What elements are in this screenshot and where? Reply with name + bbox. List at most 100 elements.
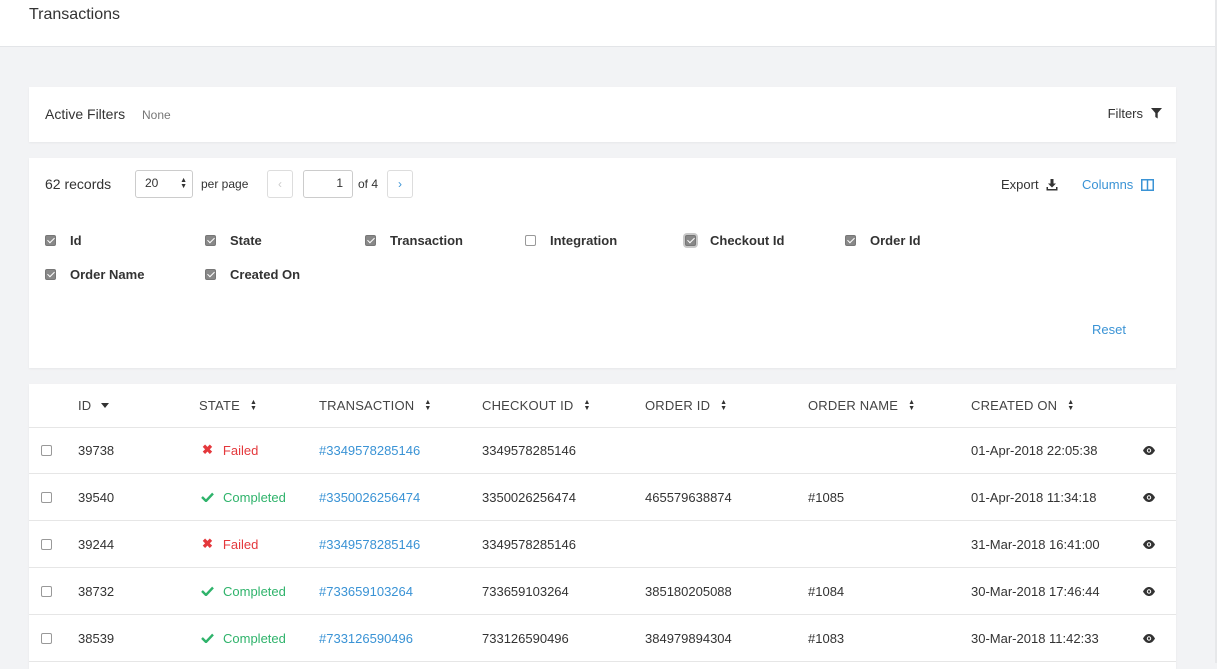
transaction-link[interactable]: #733126590496	[319, 631, 413, 646]
table-row[interactable]: 39244 ✖ Failed #3349578285146 3349578285…	[29, 521, 1176, 568]
cell-checkout-id: 3349578285146	[482, 536, 576, 552]
column-checkbox[interactable]	[45, 269, 56, 280]
view-button[interactable]	[1143, 474, 1155, 520]
column-checkbox[interactable]	[685, 235, 696, 246]
column-option-transaction[interactable]: Transaction	[365, 233, 463, 248]
column-checkbox[interactable]	[365, 235, 376, 246]
column-header-checkout-id[interactable]: CHECKOUT ID ▲ ▼	[482, 384, 591, 427]
sort-icon: ▲ ▼	[1067, 398, 1075, 412]
state-label: Completed	[223, 630, 286, 646]
cell-id: 39540	[78, 489, 115, 505]
table-row[interactable]: 39540 Completed #3350026256474 335002625…	[29, 474, 1176, 521]
column-header-order-id[interactable]: ORDER ID ▲ ▼	[645, 384, 727, 427]
column-checkbox[interactable]	[45, 235, 56, 246]
columns-button[interactable]: Columns	[1082, 177, 1155, 192]
column-option-created-on[interactable]: Created On	[205, 267, 300, 282]
column-checkbox[interactable]	[845, 235, 856, 246]
cell-checkout-id: 733659103264	[482, 583, 569, 599]
transaction-link[interactable]: #733659103264	[319, 584, 413, 599]
eye-icon	[1143, 586, 1155, 596]
view-button[interactable]	[1143, 615, 1155, 661]
check-icon	[201, 492, 214, 502]
column-header-label: CHECKOUT ID	[482, 398, 574, 413]
reset-columns-button[interactable]: Reset	[1092, 322, 1126, 337]
row-checkbox[interactable]	[41, 538, 52, 550]
row-select-cell	[41, 615, 52, 661]
eye-icon	[1143, 633, 1155, 643]
columns-icon	[1141, 178, 1155, 191]
column-option-id[interactable]: Id	[45, 233, 82, 248]
column-option-label: Transaction	[390, 233, 463, 248]
transaction-link[interactable]: #3349578285146	[319, 443, 420, 458]
cell-state: ✖ Failed	[202, 521, 258, 567]
transaction-link[interactable]: #3350026256474	[319, 490, 420, 505]
check-icon	[201, 586, 214, 596]
check-icon	[201, 633, 214, 643]
sort-icon: ▲ ▼	[720, 398, 728, 412]
sort-desc-icon	[101, 403, 110, 408]
row-checkbox[interactable]	[41, 632, 52, 644]
cell-transaction: #3350026256474	[319, 474, 420, 520]
export-button[interactable]: Export	[1001, 177, 1058, 192]
cell-order-id: 384979894304	[645, 630, 732, 646]
columns-button-label: Columns	[1082, 177, 1134, 192]
cell-order-id: 465579638874	[645, 489, 732, 505]
records-count: 62 records	[45, 176, 112, 192]
column-header-created-on[interactable]: CREATED ON ▲ ▼	[971, 384, 1074, 427]
state-label: Completed	[223, 489, 286, 505]
row-checkbox[interactable]	[41, 491, 52, 503]
page-title: Transactions	[29, 6, 120, 23]
prev-page-button[interactable]: ‹	[267, 170, 293, 198]
active-filters-label: Active Filters	[45, 106, 126, 122]
column-header-id[interactable]: ID	[78, 384, 110, 427]
next-page-button[interactable]: ›	[387, 170, 413, 198]
per-page-value: 20	[145, 176, 159, 190]
cell-id: 39738	[78, 442, 115, 458]
state-label: Completed	[223, 583, 286, 599]
cell-state: Completed	[201, 568, 286, 614]
cell-created-on: 01-Apr-2018 22:05:38	[971, 442, 1098, 458]
page-number-input[interactable]: 1	[303, 170, 353, 198]
column-option-checkout-id[interactable]: Checkout Id	[685, 233, 784, 248]
column-option-label: Id	[70, 233, 82, 248]
column-checkbox[interactable]	[205, 269, 216, 280]
export-button-label: Export	[1001, 177, 1039, 192]
view-button[interactable]	[1143, 521, 1155, 567]
column-option-label: State	[230, 233, 262, 248]
x-icon: ✖	[202, 536, 213, 551]
filter-icon	[1151, 108, 1162, 119]
filters-button[interactable]: Filters	[1108, 106, 1162, 121]
row-checkbox[interactable]	[41, 444, 52, 456]
column-option-label: Checkout Id	[710, 233, 785, 248]
column-checkbox[interactable]	[525, 235, 536, 246]
view-button[interactable]	[1143, 568, 1155, 614]
active-filters-panel: Active Filters None Filters	[29, 87, 1176, 142]
column-option-order-name[interactable]: Order Name	[45, 267, 144, 282]
column-option-label: Integration	[550, 233, 618, 248]
column-header-state[interactable]: STATE ▲ ▼	[199, 384, 257, 427]
cell-checkout-id: 3349578285146	[482, 442, 576, 458]
column-header-order-name[interactable]: ORDER NAME ▲ ▼	[808, 384, 915, 427]
column-checkbox[interactable]	[205, 235, 216, 246]
cell-created-on: 30-Mar-2018 17:46:44	[971, 583, 1100, 599]
per-page-label: per page	[201, 177, 249, 191]
top-bar: Transactions	[0, 0, 1215, 47]
transaction-link[interactable]: #3349578285146	[319, 537, 420, 552]
download-icon	[1046, 178, 1058, 190]
cell-state: Completed	[201, 615, 286, 661]
view-button[interactable]	[1143, 427, 1155, 473]
column-option-integration[interactable]: Integration	[525, 233, 617, 248]
table-row[interactable]: 39738 ✖ Failed #3349578285146 3349578285…	[29, 427, 1176, 474]
cell-checkout-id: 3350026256474	[482, 489, 576, 505]
x-icon: ✖	[202, 442, 213, 457]
row-checkbox[interactable]	[41, 585, 52, 597]
column-option-order-id[interactable]: Order Id	[845, 233, 921, 248]
cell-order-name: #1083	[808, 630, 845, 646]
per-page-select[interactable]: 20 ▲ ▼	[135, 170, 193, 198]
cell-created-on: 31-Mar-2018 16:41:00	[971, 536, 1100, 552]
cell-order-name: #1084	[808, 583, 845, 599]
column-option-state[interactable]: State	[205, 233, 262, 248]
column-header-transaction[interactable]: TRANSACTION ▲ ▼	[319, 384, 432, 427]
table-row[interactable]: 38732 Completed #733659103264 7336591032…	[29, 568, 1176, 615]
table-row[interactable]: 38539 Completed #733126590496 7331265904…	[29, 615, 1176, 662]
